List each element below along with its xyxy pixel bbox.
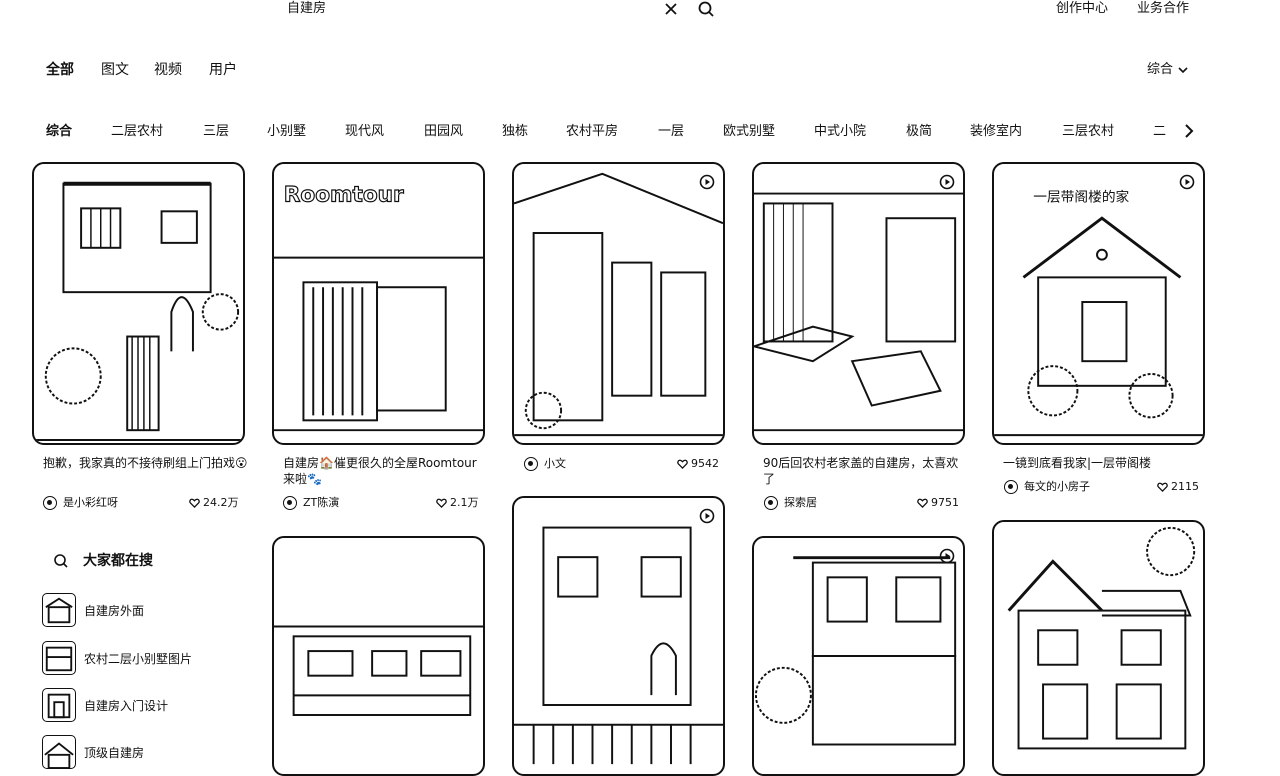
tag-item[interactable]: 二层农村 [111,123,163,140]
note-title[interactable]: 抱歉，我家真的不接待刷组上门拍戏😮 [43,455,248,471]
author-name: 是小彩红呀 [63,496,118,509]
video-icon [699,174,715,190]
heart-icon [189,498,200,508]
avatar [283,496,297,510]
tag-item[interactable]: 极简 [906,123,932,140]
author-name: 小文 [544,457,566,470]
like-button[interactable]: 9542 [677,457,719,471]
note-title[interactable]: 90后回农村老家盖的自建房，太喜欢了 [763,455,968,487]
author[interactable]: 每文的小房子 [1004,480,1090,494]
business-cooperation-link[interactable]: 业务合作 [1137,0,1189,17]
note-cover-image[interactable] [992,520,1205,776]
tag-item[interactable]: 欧式别墅 [723,123,775,140]
like-button[interactable]: 9751 [917,496,959,510]
author-name: ZT陈演 [303,496,340,509]
heart-icon [677,459,688,469]
heart-icon [436,498,447,508]
hot-search-title: 大家都在搜 [83,553,153,569]
note-cover-image[interactable] [32,162,245,445]
avatar [764,496,778,510]
like-button[interactable]: 2115 [1157,480,1199,494]
note-title[interactable]: 自建房🏠催更很久的全屋Roomtour来啦🐾 [283,455,488,487]
note-cover-image[interactable]: Roomtour [272,162,485,445]
hot-search-item[interactable]: 顶级自建房 [42,735,144,769]
search-icon[interactable] [697,0,715,18]
hot-search-label: 自建房外面 [84,603,145,618]
note-title[interactable]: 一镜到底看我家|一层带阁楼 [1003,455,1208,471]
hot-search-thumbnail [42,641,76,675]
like-count: 24.2万 [203,496,239,509]
hot-search-label: 农村二层小别墅图片 [84,651,193,666]
tab-video[interactable]: 视频 [154,61,182,79]
avatar [43,496,57,510]
tag-item-partial[interactable]: 二 [1153,123,1169,140]
like-count: 2.1万 [450,496,479,509]
author[interactable]: 探索居 [764,496,817,510]
tag-item[interactable]: 综合 [46,123,72,140]
like-count: 2115 [1171,480,1199,493]
heart-icon [917,498,928,508]
video-icon [939,548,955,564]
hot-search-thumbnail [42,688,76,722]
tag-item[interactable]: 三层农村 [1062,123,1114,140]
tab-user[interactable]: 用户 [209,61,237,79]
cover-overlay-text: Roomtour [284,182,404,207]
note-cover-image[interactable] [512,496,725,776]
author-name: 每文的小房子 [1024,480,1090,493]
avatar [524,457,538,471]
chevron-right-icon[interactable] [1180,122,1198,140]
tag-item[interactable]: 小别墅 [267,123,306,140]
author[interactable]: 是小彩红呀 [43,496,118,510]
hot-search-thumbnail [42,593,76,627]
tag-item[interactable]: 一层 [658,123,684,140]
author[interactable]: 小文 [524,457,566,471]
note-cover-image[interactable]: 一层带阁楼的家 [992,162,1205,445]
tag-item[interactable]: 独栋 [502,123,528,140]
tab-image-text[interactable]: 图文 [101,61,129,79]
like-button[interactable]: 24.2万 [189,496,239,510]
tab-all[interactable]: 全部 [46,61,74,79]
like-count: 9542 [691,457,719,470]
hot-search-item[interactable]: 农村二层小别墅图片 [42,641,192,675]
hot-search-label: 顶级自建房 [84,745,145,760]
like-count: 9751 [931,496,959,509]
hot-search-thumbnail [42,735,76,769]
note-cover-image[interactable] [752,162,965,445]
sort-dropdown[interactable]: 综合 [1147,61,1189,79]
note-cover-image[interactable] [272,536,485,776]
tag-item[interactable]: 现代风 [345,123,384,140]
hot-search-item[interactable]: 自建房外面 [42,593,144,627]
tag-item[interactable]: 农村平房 [566,123,618,140]
cover-overlay-text: 一层带阁楼的家 [1033,188,1129,205]
close-icon[interactable] [662,0,680,18]
heart-icon [1157,482,1168,492]
video-icon [1179,174,1195,190]
video-icon [939,174,955,190]
hot-search-label: 自建房入门设计 [84,698,169,713]
note-cover-image[interactable] [512,162,725,445]
tag-item[interactable]: 中式小院 [814,123,866,140]
search-icon [53,553,69,569]
like-button[interactable]: 2.1万 [436,496,479,510]
tag-item[interactable]: 三层 [203,123,229,140]
author-name: 探索居 [784,496,817,509]
tag-item[interactable]: 装修室内 [970,123,1022,140]
video-icon [699,508,715,524]
note-cover-image[interactable] [752,536,965,776]
avatar [1004,480,1018,494]
chevron-down-icon [1178,67,1188,74]
creator-center-link[interactable]: 创作中心 [1056,0,1108,17]
sort-label: 综合 [1147,62,1174,77]
search-input[interactable]: 自建房 [287,0,326,17]
author[interactable]: ZT陈演 [283,496,339,510]
hot-search-item[interactable]: 自建房入门设计 [42,688,168,722]
tag-item[interactable]: 田园风 [424,123,463,140]
